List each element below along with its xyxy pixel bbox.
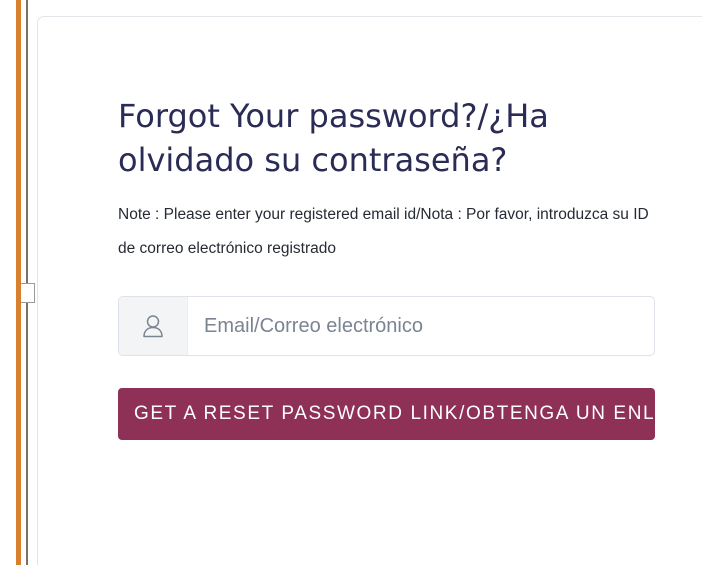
user-icon (119, 297, 188, 355)
page: Forgot Your password?/¿Ha olvidado su co… (0, 0, 702, 565)
side-panel-handle[interactable] (21, 283, 35, 303)
instruction-note: Note : Please enter your registered emai… (118, 206, 649, 257)
email-input-group (118, 296, 655, 356)
get-reset-link-button[interactable]: GET A RESET PASSWORD LINK/OBTENGA UN ENL… (118, 388, 655, 440)
page-title: Forgot Your password?/¿Ha olvidado su co… (118, 97, 549, 179)
forgot-password-form: Forgot Your password?/¿Ha olvidado su co… (118, 94, 658, 440)
email-input[interactable] (188, 297, 654, 355)
